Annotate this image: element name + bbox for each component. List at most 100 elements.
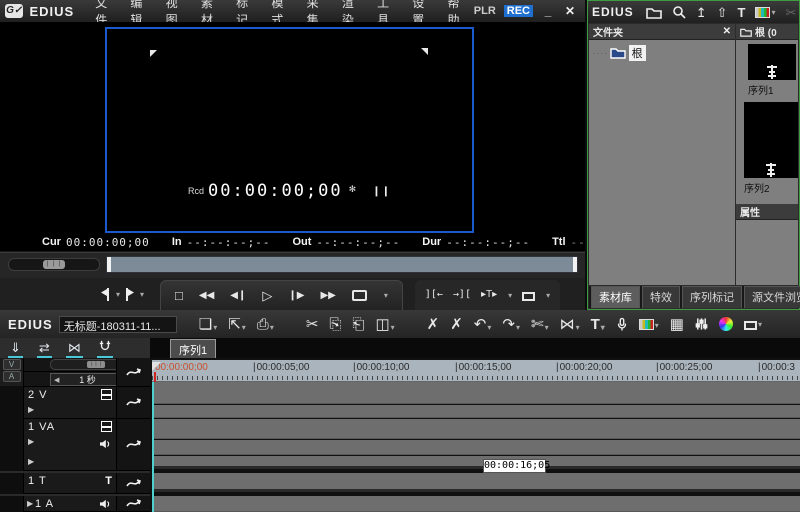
expand-icon[interactable]: ▶ — [27, 499, 33, 508]
import-to-bin-icon[interactable]: ⇧ — [717, 6, 728, 19]
track-header-2v[interactable]: 2 V ▶ — [24, 387, 116, 419]
track-patch-cell[interactable] — [116, 387, 150, 419]
add-cut-point-icon[interactable]: ✄▾ — [531, 317, 549, 332]
rec-mode-button[interactable]: REC — [504, 5, 533, 17]
audio-master-button[interactable]: A — [3, 371, 21, 382]
ripple-delete-icon[interactable]: ✗ — [450, 317, 463, 332]
open-project-icon[interactable]: ⇱▾ — [228, 317, 246, 332]
clip-label[interactable]: 序列2 — [744, 180, 770, 195]
export-dropdown-icon[interactable]: ▾ — [546, 291, 550, 300]
master-patch-cell[interactable] — [116, 358, 150, 387]
position-start-marker[interactable] — [107, 257, 111, 272]
set-in-point-icon[interactable] — [100, 287, 111, 302]
close-button[interactable]: ✕ — [563, 4, 577, 18]
set-in-dropdown-icon[interactable]: ▾ — [116, 290, 120, 299]
slider-handle[interactable]: ❘❘❘ — [87, 361, 105, 368]
video-track-icon[interactable] — [101, 421, 112, 432]
paste-icon[interactable]: ⎗ — [352, 317, 364, 332]
goto-out-button[interactable]: →][ — [453, 290, 471, 300]
grid-icon[interactable]: ▦ — [670, 317, 684, 332]
title-track-icon[interactable]: T — [105, 475, 112, 487]
shuttle-slider[interactable]: ❘❘❘ — [8, 258, 100, 271]
microphone-icon[interactable] — [616, 317, 628, 332]
tab-bin-library[interactable]: 素材库 — [591, 286, 640, 308]
clip-thumbnail[interactable] — [748, 44, 796, 80]
playhead-line[interactable] — [152, 382, 154, 512]
title-tool-icon[interactable]: T — [738, 6, 746, 19]
color-correction-icon[interactable] — [719, 317, 733, 331]
track-content-1va-sub[interactable] — [152, 456, 800, 469]
title-tool-icon[interactable]: T▾ — [591, 317, 605, 332]
expand-icon[interactable]: ▶ — [28, 437, 34, 446]
clip-label[interactable]: 序列1 — [748, 82, 774, 97]
timeline-ruler[interactable]: 00:00:00;00 00:00:05;00 00:00:10;00 00:0… — [152, 360, 800, 382]
track-content-1va-audio[interactable] — [152, 440, 800, 455]
loop-dropdown-icon[interactable]: ▾ — [384, 291, 388, 300]
copy-icon[interactable]: ⎘ — [329, 317, 341, 332]
position-bar[interactable] — [106, 256, 578, 273]
plr-mode-button[interactable]: PLR — [474, 5, 496, 17]
track-header-1t[interactable]: 1 T T — [24, 473, 116, 494]
track-header-1va[interactable]: 1 VA ▶ ▶ — [24, 419, 116, 471]
minimize-button[interactable]: _ — [541, 4, 555, 18]
export-display-icon[interactable] — [522, 292, 535, 301]
step-back-button[interactable]: ◀❙ — [230, 291, 246, 301]
root-folder-label[interactable]: 根 — [629, 45, 646, 61]
zoom-left-arrow-icon[interactable]: ◀ — [51, 376, 62, 384]
track-content-1a[interactable] — [152, 496, 800, 512]
new-sequence-icon[interactable]: ❏▾ — [199, 317, 217, 332]
ripple-mode-icon[interactable]: ⋈ — [66, 339, 83, 358]
video-master-button[interactable]: V — [3, 359, 21, 370]
track-content-1t[interactable] — [152, 473, 800, 492]
monitor-layout-icon[interactable]: ▾ — [744, 320, 762, 329]
tab-effects[interactable]: 特效 — [642, 286, 680, 308]
set-out-dropdown-icon[interactable]: ▾ — [140, 290, 144, 299]
playhead-grip[interactable] — [152, 362, 161, 371]
rewind-button[interactable]: ◀◀ — [199, 291, 214, 301]
save-project-icon[interactable]: ⎙▾ — [257, 317, 274, 332]
fast-forward-button[interactable]: ▶▶ — [320, 291, 335, 301]
snap-magnet-icon[interactable] — [97, 339, 113, 358]
expand-icon[interactable]: ▶ — [28, 457, 34, 466]
voiceover-display-icon[interactable]: ▾ — [639, 319, 659, 330]
play-around-dropdown-icon[interactable]: ▾ — [508, 291, 512, 300]
track-content-2v-sub[interactable] — [152, 405, 800, 418]
shuttle-handle[interactable]: ❘❘❘ — [43, 260, 65, 269]
overwrite-mode-icon[interactable]: ⇄ — [37, 339, 52, 358]
expand-icon[interactable]: ▶ — [28, 405, 34, 414]
video-track-icon[interactable] — [101, 389, 112, 400]
clip-thumbnail[interactable] — [744, 102, 798, 178]
tree-item-root[interactable]: ···· 根 — [593, 45, 735, 61]
insert-mode-icon[interactable]: ⇓ — [8, 339, 23, 358]
folder-panel-close-icon[interactable]: ✕ — [723, 26, 731, 37]
play-button[interactable]: ▷ — [262, 289, 272, 302]
search-icon[interactable] — [672, 5, 686, 19]
undo-icon[interactable]: ↶▾ — [474, 317, 492, 332]
tab-sequence-markers[interactable]: 序列标记 — [682, 286, 742, 308]
track-patch-cell[interactable] — [116, 473, 150, 494]
loop-display-icon[interactable] — [352, 290, 367, 301]
transition-icon[interactable]: ⋈▾ — [560, 317, 580, 332]
speaker-icon[interactable] — [99, 439, 111, 449]
redo-icon[interactable]: ↷▾ — [502, 317, 520, 332]
up-folder-icon[interactable]: ↥ — [696, 6, 707, 19]
stop-button[interactable]: □ — [175, 289, 183, 302]
step-forward-button[interactable]: ❙▶ — [288, 291, 304, 301]
new-folder-icon[interactable] — [646, 6, 662, 19]
track-patch-cell[interactable] — [116, 419, 150, 471]
monitor-colorbars-icon[interactable]: ▾ — [755, 7, 775, 18]
play-around-button[interactable]: ▸T▸ — [481, 290, 497, 300]
track-header-1a[interactable]: ▶ 1 A — [24, 496, 116, 512]
speaker-icon[interactable] — [99, 499, 111, 509]
track-content-2v[interactable] — [152, 382, 800, 404]
audio-mixer-icon[interactable] — [695, 317, 708, 331]
duplicate-icon[interactable]: ◫▾ — [375, 317, 394, 332]
goto-in-button[interactable]: ][← — [425, 290, 443, 300]
delete-icon[interactable]: ✗ — [427, 317, 440, 332]
tab-source-browser[interactable]: 源文件浏览 — [744, 286, 800, 308]
set-out-point-icon[interactable] — [124, 287, 135, 302]
position-end-marker[interactable] — [573, 257, 577, 272]
cut-icon[interactable]: ✂ — [306, 317, 319, 332]
track-content-1va[interactable] — [152, 419, 800, 439]
track-patch-cell[interactable] — [116, 496, 150, 512]
